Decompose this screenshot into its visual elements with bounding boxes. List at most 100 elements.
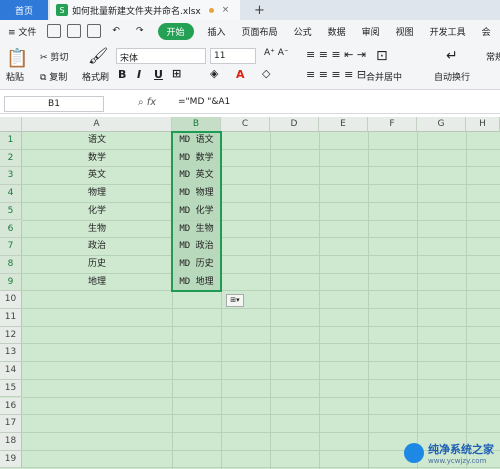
font-size-select[interactable]: 11: [210, 48, 256, 64]
cut-button[interactable]: ✂ 剪切: [40, 50, 68, 63]
row-header-7[interactable]: 7: [0, 238, 22, 256]
column-header-f[interactable]: F: [368, 117, 417, 132]
fx-icon[interactable]: ⌕ fx: [138, 97, 156, 108]
column-header-c[interactable]: C: [221, 117, 270, 132]
formula-input[interactable]: ="MD "&A1: [178, 97, 230, 107]
cell-a7[interactable]: 政治: [22, 238, 172, 256]
fill-color-icon[interactable]: ◈: [210, 67, 218, 80]
align-left-icon[interactable]: ≡ ≡ ≡ ≡ ⊟: [306, 68, 366, 81]
tab-page-layout[interactable]: 页面布局: [234, 25, 286, 38]
grid-row-line: [22, 396, 500, 398]
row-header-12[interactable]: 12: [0, 326, 22, 345]
tab-developer[interactable]: 开发工具: [422, 25, 474, 38]
cell-a1[interactable]: 语文: [22, 132, 172, 150]
wrap-text-button[interactable]: 自动换行: [434, 70, 470, 83]
row-header-19[interactable]: 19: [0, 450, 22, 469]
row-header-11[interactable]: 11: [0, 309, 22, 327]
cell-a8[interactable]: 历史: [22, 256, 172, 274]
tab-formulas[interactable]: 公式: [286, 25, 320, 38]
cell-a6[interactable]: 生物: [22, 221, 172, 239]
watermark-title: 纯净系统之家: [428, 443, 494, 456]
print-icon[interactable]: [67, 24, 82, 38]
clear-format-icon[interactable]: ◇: [262, 67, 270, 80]
bold-button[interactable]: B: [118, 68, 126, 81]
menu-file[interactable]: 文件: [18, 28, 36, 38]
new-tab-button[interactable]: +: [254, 3, 265, 18]
row-header-3[interactable]: 3: [0, 167, 22, 186]
merge-center-icon[interactable]: ⊡: [376, 48, 388, 64]
paste-options-icon[interactable]: ⊞▾: [226, 294, 244, 307]
selection-range-b1-b9[interactable]: [171, 131, 222, 293]
column-header-h[interactable]: H: [466, 117, 500, 132]
tab-member[interactable]: 会: [474, 25, 499, 38]
tab-review[interactable]: 审阅: [354, 25, 388, 38]
cell-a3[interactable]: 英文: [22, 167, 172, 185]
format-painter-button[interactable]: 格式刷: [82, 70, 109, 83]
row-header-5[interactable]: 5: [0, 202, 22, 221]
spreadsheet-icon: S: [56, 4, 68, 16]
copy-button[interactable]: ⧉ 复制: [40, 70, 67, 83]
tab-data[interactable]: 数据: [320, 25, 354, 38]
grid-column-line: [319, 132, 320, 469]
cell-a4[interactable]: 物理: [22, 185, 172, 203]
unsaved-dot-icon: [208, 7, 214, 13]
document-tab[interactable]: S 如何批量新建文件夹并命名.xlsx ×: [50, 0, 240, 20]
grid-row-line: [22, 343, 500, 345]
row-header-4[interactable]: 4: [0, 185, 22, 203]
row-header-6[interactable]: 6: [0, 220, 22, 239]
grid-column-line: [270, 132, 271, 469]
italic-button[interactable]: I: [137, 68, 141, 81]
column-header-e[interactable]: E: [319, 117, 368, 132]
menu-bar: ≡ 文件 ↶ ↷ 开始 插入 页面布局 公式 数据 审阅 视图 开发工具 会: [0, 20, 500, 42]
grid-column-line: [368, 132, 369, 469]
format-painter-icon[interactable]: 🖌: [88, 46, 108, 65]
row-header-2[interactable]: 2: [0, 149, 22, 168]
spreadsheet-grid[interactable]: A B C D E F G H 1 语文 MD 语文 2 数学 MD 数学 3 英文 MD 英文…: [0, 117, 500, 469]
row-header-15[interactable]: 15: [0, 379, 22, 398]
row-header-17[interactable]: 17: [0, 415, 22, 433]
column-header-g[interactable]: G: [417, 117, 466, 132]
font-name-select[interactable]: 宋体: [116, 48, 206, 64]
cell-a5[interactable]: 化学: [22, 203, 172, 221]
column-header-d[interactable]: D: [270, 117, 319, 132]
underline-button[interactable]: U: [154, 68, 163, 81]
border-icon[interactable]: ⊞: [172, 67, 181, 80]
column-header-b[interactable]: B: [172, 117, 221, 132]
row-header-8[interactable]: 8: [0, 255, 22, 274]
hamburger-icon[interactable]: ≡ 文件: [0, 25, 44, 38]
close-tab-icon[interactable]: ×: [222, 5, 230, 15]
row-header-14[interactable]: 14: [0, 362, 22, 380]
wrap-text-icon[interactable]: ↵: [446, 48, 458, 64]
row-header-13[interactable]: 13: [0, 344, 22, 363]
merge-center-button[interactable]: 合并居中: [366, 70, 402, 83]
align-top-icon[interactable]: ≡ ≡ ≡ ⇤ ⇥: [306, 48, 366, 61]
font-color-button[interactable]: A: [236, 68, 245, 81]
font-grow-icon[interactable]: A⁺ A⁻: [264, 48, 289, 58]
paste-icon[interactable]: 📋: [6, 48, 28, 69]
select-all-corner[interactable]: [0, 117, 22, 132]
document-title: 如何批量新建文件夹并命名.xlsx: [72, 6, 201, 17]
row-header-10[interactable]: 10: [0, 291, 22, 309]
cell-a9[interactable]: 地理: [22, 274, 172, 292]
grid-row-line: [22, 308, 500, 309]
copy-label: 复制: [49, 73, 68, 83]
tab-insert[interactable]: 插入: [200, 25, 234, 38]
preview-icon[interactable]: [87, 24, 102, 38]
undo-icon[interactable]: ↶: [104, 26, 128, 36]
home-tab[interactable]: 首页: [0, 0, 48, 20]
grid-row-line: [22, 414, 500, 416]
tab-view[interactable]: 视图: [388, 25, 422, 38]
redo-icon[interactable]: ↷: [128, 26, 152, 36]
row-header-16[interactable]: 16: [0, 397, 22, 416]
save-icon[interactable]: [47, 24, 62, 38]
tab-start[interactable]: 开始: [157, 22, 194, 40]
row-header-9[interactable]: 9: [0, 273, 22, 292]
paste-button[interactable]: 粘贴: [6, 70, 24, 83]
column-header-a[interactable]: A: [22, 117, 172, 132]
cell-reference-box[interactable]: B1: [4, 96, 104, 112]
grid-row-line: [22, 431, 500, 433]
cell-a2[interactable]: 数学: [22, 150, 172, 168]
row-header-1[interactable]: 1: [0, 132, 22, 150]
number-format-select[interactable]: 常规: [486, 50, 500, 63]
row-header-18[interactable]: 18: [0, 432, 22, 451]
